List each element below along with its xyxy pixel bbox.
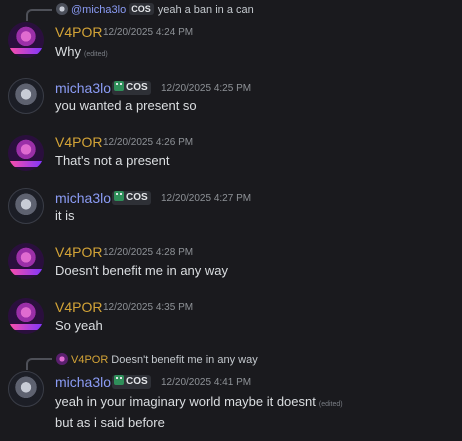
reply-preview[interactable]: @micha3lo COS yeah a ban in a can [56, 3, 254, 16]
avatar-v4por[interactable] [8, 298, 44, 334]
avatar-v4por[interactable] [8, 22, 44, 58]
message-text: So yeah [55, 318, 103, 333]
cos-tag: COS [112, 81, 151, 95]
reply-text: yeah a ban in a can [157, 4, 254, 16]
avatar-micha3lo[interactable] [8, 371, 44, 407]
author-name[interactable]: V4POR [55, 244, 102, 260]
reply-connector [26, 9, 52, 21]
cos-tag-icon [114, 81, 124, 91]
timestamp: 12/20/2025 4:41 PM [161, 377, 252, 388]
reply-avatar [56, 3, 68, 15]
reply-avatar [56, 353, 68, 365]
timestamp: 12/20/2025 4:24 PM [103, 27, 194, 38]
message-text: Why (edited) [55, 44, 108, 59]
cos-tag-icon [114, 375, 124, 385]
reply-author[interactable]: V4POR [71, 354, 108, 366]
reply-text: Doesn't benefit me in any way [111, 354, 258, 366]
author-name[interactable]: micha3lo [55, 374, 111, 390]
author-name[interactable]: micha3lo [55, 80, 111, 96]
timestamp: 12/20/2025 4:28 PM [103, 247, 194, 258]
avatar-micha3lo[interactable] [8, 188, 44, 224]
cos-tag-icon [114, 191, 124, 201]
avatar-v4por[interactable] [8, 135, 44, 171]
reply-connector [26, 358, 52, 370]
cos-tag: COS [129, 3, 154, 15]
message-text: you wanted a present so [55, 98, 197, 113]
author-name[interactable]: micha3lo [55, 190, 111, 206]
author-name[interactable]: V4POR [55, 134, 102, 150]
cos-tag: COS [112, 375, 151, 389]
reply-preview[interactable]: V4POR Doesn't benefit me in any way [56, 353, 258, 366]
message-text: it is [55, 208, 75, 223]
author-name[interactable]: V4POR [55, 24, 102, 40]
timestamp: 12/20/2025 4:26 PM [103, 137, 194, 148]
message-text: yeah in your imaginary world maybe it do… [55, 394, 343, 409]
message-text: Doesn't benefit me in any way [55, 263, 229, 278]
timestamp: 12/20/2025 4:27 PM [161, 193, 252, 204]
timestamp: 12/20/2025 4:25 PM [161, 83, 252, 94]
avatar-v4por[interactable] [8, 243, 44, 279]
author-name[interactable]: V4POR [55, 299, 102, 315]
timestamp: 12/20/2025 4:35 PM [103, 302, 194, 313]
message-text: but as i said before [55, 415, 165, 430]
message-text: That's not a present [55, 153, 170, 168]
cos-tag: COS [112, 191, 151, 205]
edited-label: (edited) [84, 51, 108, 58]
reply-author[interactable]: @micha3lo [71, 4, 126, 16]
avatar-micha3lo[interactable] [8, 78, 44, 114]
edited-label: (edited) [318, 401, 343, 408]
